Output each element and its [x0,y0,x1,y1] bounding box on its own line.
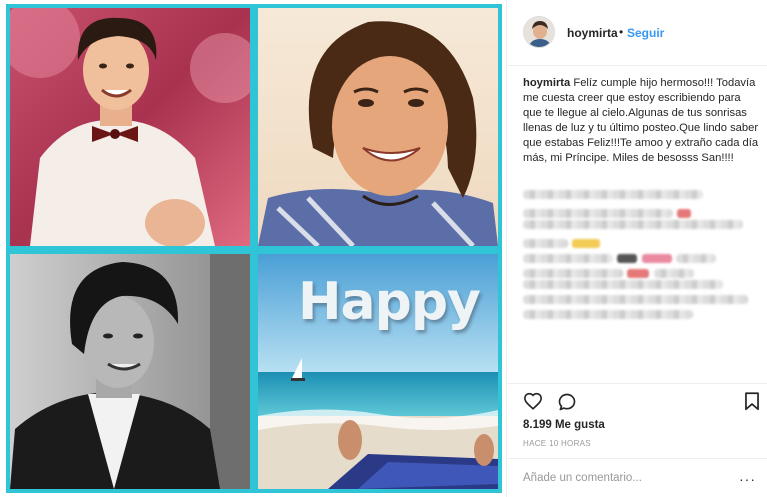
blurred-comment [523,190,703,199]
post-side-panel: hoymirta • Seguir hoymirta Felíz cumple … [506,0,767,497]
tile-portrait-bowtie [10,8,250,246]
avatar[interactable] [523,16,555,48]
add-comment-bar: ··· [507,458,767,497]
bookmark-icon[interactable] [744,392,760,416]
blurred-comment [523,235,759,248]
post-username[interactable]: hoymirta [567,26,618,40]
caption-text: Felíz cumple hijo hermoso!!! Todavía me … [523,77,759,164]
comment-icon[interactable] [557,392,577,417]
heart-icon[interactable] [523,392,543,415]
blurred-comment [523,265,759,278]
blurred-comment [523,280,723,289]
post-timestamp: HACE 10 HORAS [523,439,591,448]
blurred-comment [523,220,743,229]
blurred-comment [523,205,759,218]
more-options-button[interactable]: ··· [739,471,756,487]
blurred-comment [523,310,693,319]
blurred-comment [523,250,759,263]
blurred-comment [523,295,748,304]
post-header: hoymirta • Seguir [507,0,767,66]
caption-username[interactable]: hoymirta [523,77,570,89]
tile-portrait-suit [10,254,250,489]
likes-count[interactable]: 8.199 Me gusta [523,419,605,431]
tile-portrait-smiling [258,8,498,246]
post-image[interactable]: Happy [0,0,506,497]
comment-input[interactable] [523,469,748,487]
post-caption: hoymirta Felíz cumple hijo hermoso!!! To… [523,76,759,166]
comments-list [523,186,759,325]
post-actions [507,383,767,415]
follow-button[interactable]: Seguir [627,26,664,40]
happy-text: Happy [298,272,481,332]
separator-dot: • [619,25,624,39]
tile-beach: Happy [258,254,498,489]
photo-collage: Happy [6,4,502,493]
